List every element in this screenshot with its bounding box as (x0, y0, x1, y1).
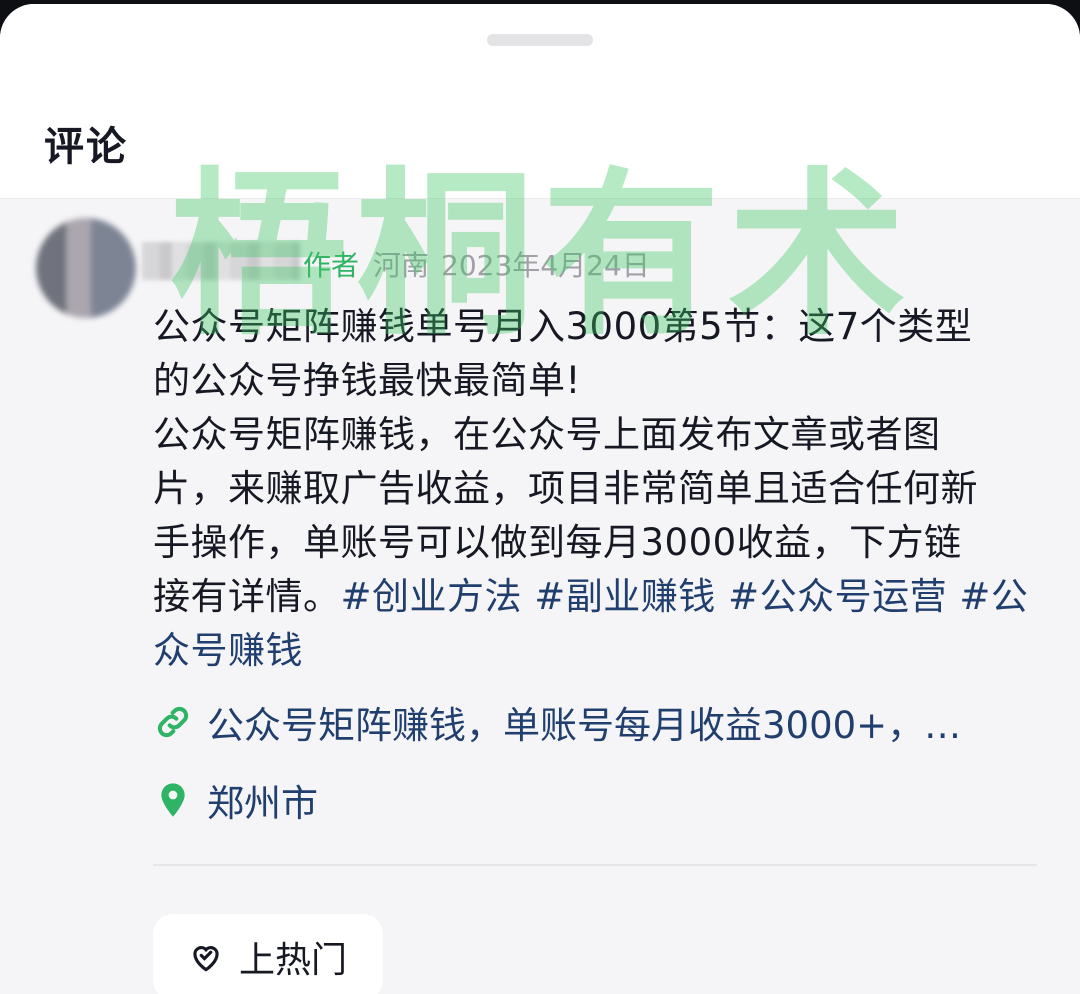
header-divider (0, 198, 1080, 199)
location-tag[interactable]: 郑州市 (153, 772, 318, 828)
comment-date: 2023年4月24日 (441, 249, 650, 282)
location-pin-icon (161, 783, 185, 817)
comment-line: 公众号矩阵赚钱单号月入3000第5节：这7个类型 (153, 305, 973, 348)
content-divider (153, 864, 1037, 866)
comment-text: 公众号矩阵赚钱单号月入3000第5节：这7个类型 的公众号挣钱最快最简单! 公众号矩… (153, 300, 1053, 678)
comment-meta: 作者 河南 2023年4月24日 (303, 244, 650, 284)
location-text[interactable]: 郑州市 (207, 773, 318, 827)
hashtag[interactable]: #副业赚钱 (534, 575, 716, 618)
comment-line: 片，来赚取广告收益，项目非常简单且适合任何新 (153, 467, 978, 510)
article-link-text[interactable]: 公众号矩阵赚钱，单账号每月收益3000+，… (207, 695, 961, 749)
author-badge: 作者 (303, 249, 360, 282)
comment-line: 接有详情。 (153, 575, 341, 618)
sheet-header: 评论 (0, 4, 1080, 198)
drag-handle[interactable] (487, 34, 593, 46)
avatar[interactable] (36, 218, 136, 318)
comment-region: 河南 (373, 249, 430, 282)
boost-button[interactable]: 上热门 (153, 914, 383, 994)
comment-line: 公众号矩阵赚钱，在公众号上面发布文章或者图 (153, 413, 941, 456)
comment-sheet: 评论 作者 河南 2023年4月24日 公众号矩阵赚钱单号月入3000第5节：这7个… (0, 4, 1080, 994)
link-icon (157, 706, 189, 738)
boost-label: 上热门 (239, 940, 348, 981)
hashtag[interactable]: #公众号运营 (728, 575, 947, 618)
comment-line: 手操作，单账号可以做到每月3000收益，下方链 (153, 521, 962, 564)
sheet-title: 评论 (44, 124, 128, 170)
comment-line: 的公众号挣钱最快最简单! (153, 359, 581, 402)
heart-boost-icon (193, 946, 219, 972)
hashtag[interactable]: #创业方法 (341, 575, 523, 618)
username-redacted[interactable] (142, 242, 300, 280)
article-link[interactable]: 公众号矩阵赚钱，单账号每月收益3000+，… (153, 694, 961, 750)
